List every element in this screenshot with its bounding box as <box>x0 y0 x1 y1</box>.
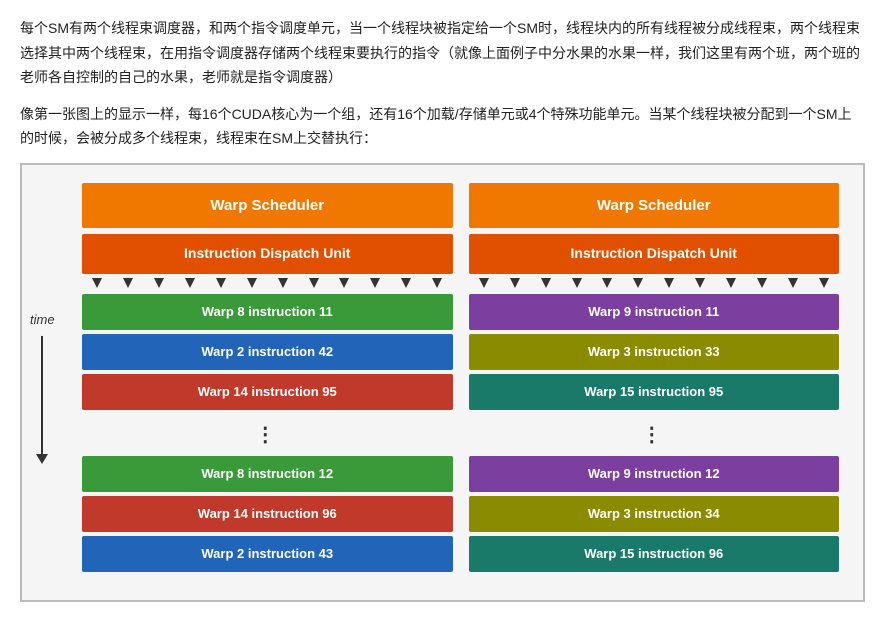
left-instr-box-4: Warp 8 instruction 12 <box>82 456 453 492</box>
arrow-icon <box>92 278 102 288</box>
left-instr-box-3: Warp 14 instruction 95 <box>82 374 453 410</box>
arrow-icon <box>572 278 582 288</box>
right-instr-5: Warp 3 instruction 34 <box>469 496 840 532</box>
right-dots: ⋮ <box>469 414 840 456</box>
arrow-icon <box>633 278 643 288</box>
arrow-icon <box>726 278 736 288</box>
right-instr-6: Warp 15 instruction 96 <box>469 536 840 572</box>
right-arrows <box>469 274 840 294</box>
arrow-icon <box>309 278 319 288</box>
left-instr-6: Warp 2 instruction 43 <box>82 536 453 572</box>
arrow-icon <box>123 278 133 288</box>
arrow-icon <box>602 278 612 288</box>
diagram: time Warp Scheduler Instruction Dispatch… <box>20 163 865 603</box>
left-column: Warp Scheduler Instruction Dispatch Unit… <box>82 183 453 577</box>
arrow-icon <box>664 278 674 288</box>
left-instr-box-5: Warp 14 instruction 96 <box>82 496 453 532</box>
arrow-icon <box>819 278 829 288</box>
right-instr-box-5: Warp 3 instruction 34 <box>469 496 840 532</box>
left-instr-4: Warp 8 instruction 12 <box>82 456 453 492</box>
arrow-icon <box>510 278 520 288</box>
arrow-icon <box>247 278 257 288</box>
right-instr-1: Warp 9 instruction 11 <box>469 294 840 330</box>
right-instr-3: Warp 15 instruction 95 <box>469 374 840 410</box>
arrow-icon <box>339 278 349 288</box>
left-instr-box-2: Warp 2 instruction 42 <box>82 334 453 370</box>
arrow-icon <box>788 278 798 288</box>
arrow-icon <box>370 278 380 288</box>
arrow-icon <box>216 278 226 288</box>
right-warp-scheduler: Warp Scheduler <box>469 183 840 229</box>
arrow-icon <box>695 278 705 288</box>
arrow-icon <box>432 278 442 288</box>
paragraph-2: 像第一张图上的显示一样，每16个CUDA核心为一个组，还有16个加载/存储单元或… <box>20 102 865 151</box>
right-dispatch-unit: Instruction Dispatch Unit <box>469 234 840 274</box>
right-instr-box-4: Warp 9 instruction 12 <box>469 456 840 492</box>
time-label: time <box>30 309 55 455</box>
left-instr-1: Warp 8 instruction 11 <box>82 294 453 330</box>
left-instr-box-1: Warp 8 instruction 11 <box>82 294 453 330</box>
arrow-icon <box>541 278 551 288</box>
paragraph-1: 每个SM有两个线程束调度器，和两个指令调度单元，当一个线程块被指定给一个SM时，… <box>20 16 865 90</box>
right-instr-box-6: Warp 15 instruction 96 <box>469 536 840 572</box>
left-instr-box-6: Warp 2 instruction 43 <box>82 536 453 572</box>
left-instr-2: Warp 2 instruction 42 <box>82 334 453 370</box>
left-dispatch-unit: Instruction Dispatch Unit <box>82 234 453 274</box>
left-arrows <box>82 274 453 294</box>
arrow-icon <box>757 278 767 288</box>
arrow-icon <box>278 278 288 288</box>
arrow-icon <box>185 278 195 288</box>
left-dots: ⋮ <box>82 414 453 456</box>
arrow-icon <box>154 278 164 288</box>
right-instr-box-2: Warp 3 instruction 33 <box>469 334 840 370</box>
arrow-icon <box>479 278 489 288</box>
right-instr-box-1: Warp 9 instruction 11 <box>469 294 840 330</box>
left-instr-3: Warp 14 instruction 95 <box>82 374 453 410</box>
arrow-icon <box>401 278 411 288</box>
right-instr-box-3: Warp 15 instruction 95 <box>469 374 840 410</box>
right-instr-2: Warp 3 instruction 33 <box>469 334 840 370</box>
right-instr-4: Warp 9 instruction 12 <box>469 456 840 492</box>
time-arrow <box>41 335 43 455</box>
left-instr-5: Warp 14 instruction 96 <box>82 496 453 532</box>
columns: Warp Scheduler Instruction Dispatch Unit… <box>82 183 839 577</box>
right-column: Warp Scheduler Instruction Dispatch Unit… <box>469 183 840 577</box>
left-warp-scheduler: Warp Scheduler <box>82 183 453 229</box>
